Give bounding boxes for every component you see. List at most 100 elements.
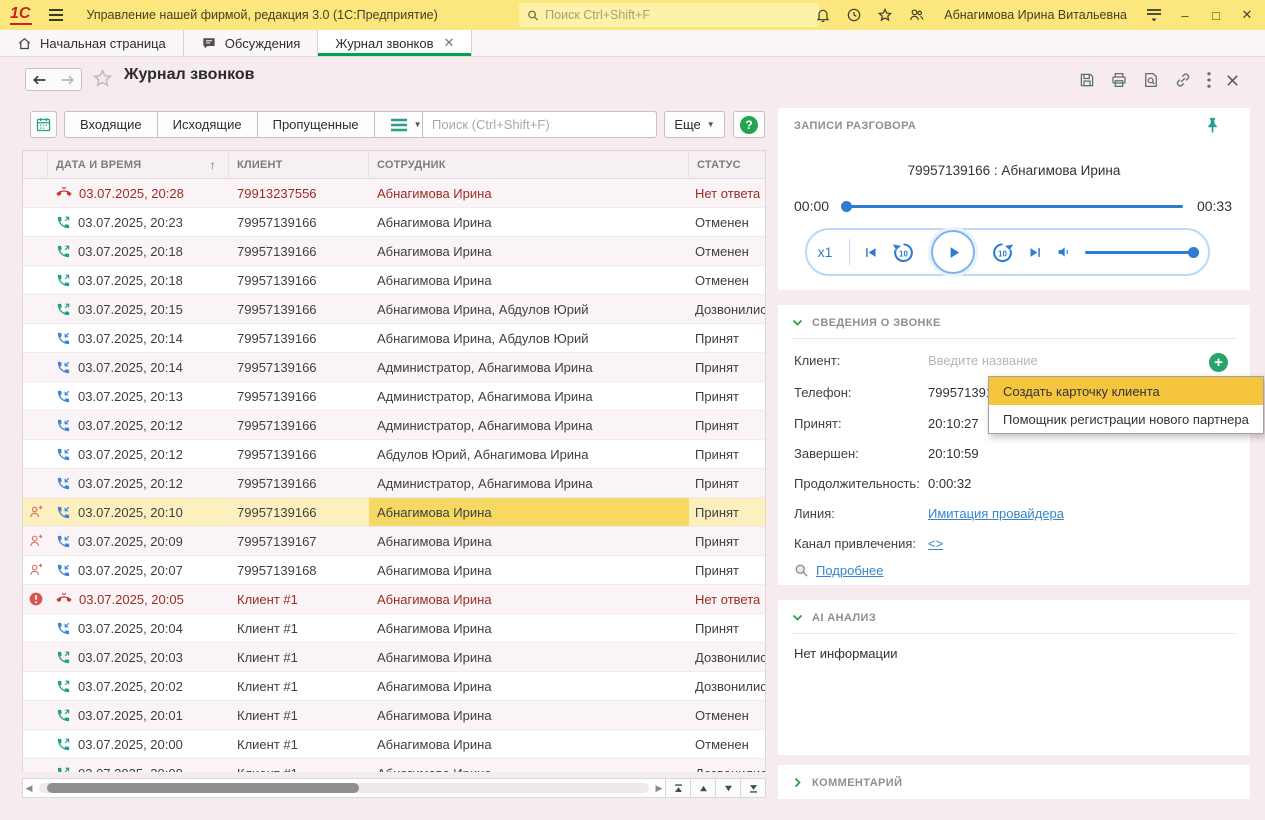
print-preview-icon[interactable] [1142,71,1160,89]
minimize-button[interactable]: – [1177,8,1193,23]
cell-client[interactable]: Клиент #1 [229,614,369,642]
tab-home[interactable]: Начальная страница [0,30,184,56]
maximize-button[interactable]: □ [1208,8,1224,23]
cell-client[interactable]: 79957139166 [229,266,369,294]
cell-datetime[interactable]: 03.07.2025, 20:13 [48,382,229,410]
cell-status[interactable]: Нет ответа [689,179,765,207]
main-menu-icon[interactable] [48,8,64,22]
cell-employee[interactable]: Абнагимова Ирина, Абдулов Юрий [369,324,689,352]
history-icon[interactable] [846,7,862,23]
context-menu-item[interactable]: Помощник регистрации нового партнера [989,405,1263,433]
cell-status[interactable]: Принят [689,382,765,410]
get-link-icon[interactable] [1174,71,1192,89]
cell-datetime[interactable]: 03.07.2025, 20:03 [48,643,229,671]
create-client-button[interactable]: + [1209,353,1228,372]
cell-status[interactable]: Принят [689,440,765,468]
table-row[interactable]: 03.07.2025, 20:00Клиент #1Абнагимова Ири… [23,730,765,759]
cell-employee[interactable]: Абнагимова Ирина [369,498,689,526]
cell-client[interactable]: Клиент #1 [229,672,369,700]
cell-status[interactable]: Дозвонились [689,643,765,671]
print-icon[interactable] [1110,71,1128,89]
cell-client[interactable]: Клиент #1 [229,730,369,758]
alert-icon[interactable] [23,585,48,613]
tab-call-log[interactable]: Журнал звонков ✕ [318,30,472,56]
cell-datetime[interactable]: 03.07.2025, 20:00 [48,730,229,758]
cell-datetime[interactable]: 03.07.2025, 20:23 [48,208,229,236]
tab-close-icon[interactable]: ✕ [444,35,455,51]
table-row[interactable]: 03.07.2025, 20:05Клиент #1Абнагимова Ири… [23,585,765,614]
cell-datetime[interactable]: 03.07.2025, 20:00 [48,759,229,772]
cell-client[interactable]: 79957139166 [229,324,369,352]
cell-client[interactable]: Клиент #1 [229,643,369,671]
cell-client[interactable]: 79957139166 [229,498,369,526]
details-link[interactable]: Подробнее [816,563,883,578]
save-icon[interactable] [1078,71,1096,89]
cell-employee[interactable]: Администратор, Абнагимова Ирина [369,469,689,497]
volume-slider[interactable] [1085,251,1197,254]
scroll-right-icon[interactable]: ▶ [653,783,665,794]
cell-datetime[interactable]: 03.07.2025, 20:28 [48,179,229,207]
cell-client[interactable]: Клиент #1 [229,585,369,613]
filter-outgoing-button[interactable]: Исходящие [158,111,258,138]
pin-icon[interactable] [1205,117,1220,139]
comment-header[interactable]: КОММЕНТАРИЙ [812,777,902,789]
cell-status[interactable]: Нет ответа [689,585,765,613]
volume-handle[interactable] [1188,247,1199,258]
window-close-button[interactable]: ✕ [1239,7,1255,23]
cell-client[interactable]: 79957139167 [229,527,369,555]
table-row[interactable]: 03.07.2025, 20:2379957139166Абнагимова И… [23,208,765,237]
cell-client[interactable]: 79913237556 [229,179,369,207]
table-row[interactable]: 03.07.2025, 20:1379957139166Администрато… [23,382,765,411]
ai-analysis-header[interactable]: AI АНАЛИЗ [812,612,876,624]
cell-status[interactable]: Принят [689,498,765,526]
table-row[interactable]: 03.07.2025, 20:03Клиент #1Абнагимова Ири… [23,643,765,672]
add-client-icon[interactable] [23,498,48,526]
cell-status[interactable]: Принят [689,353,765,381]
line-link[interactable]: Имитация провайдера [928,506,1064,521]
cell-employee[interactable]: Абнагимова Ирина [369,237,689,265]
table-row[interactable]: 03.07.2025, 20:04Клиент #1Абнагимова Ири… [23,614,765,643]
cell-employee[interactable]: Абнагимова Ирина [369,614,689,642]
cell-employee[interactable]: Абнагимова Ирина [369,266,689,294]
column-datetime[interactable]: ДАТА И ВРЕМЯ↑ [48,151,229,178]
favorite-star-icon[interactable] [92,68,113,94]
forward-10-icon[interactable]: 10 [990,240,1015,265]
table-row[interactable]: 03.07.2025, 20:1279957139166Администрато… [23,469,765,498]
cell-status[interactable]: Дозвонились [689,759,765,772]
cell-datetime[interactable]: 03.07.2025, 20:12 [48,440,229,468]
cell-employee[interactable]: Абнагимова Ирина [369,730,689,758]
cell-employee[interactable]: Абнагимова Ирина [369,556,689,584]
cell-client[interactable]: 79957139166 [229,208,369,236]
scrollbar-track[interactable] [39,783,649,793]
cell-datetime[interactable]: 03.07.2025, 20:02 [48,672,229,700]
play-button[interactable] [931,230,975,274]
cell-status[interactable]: Принят [689,556,765,584]
cell-status[interactable]: Принят [689,527,765,555]
cell-employee[interactable]: Абнагимова Ирина, Абдулов Юрий [369,295,689,323]
cell-datetime[interactable]: 03.07.2025, 20:14 [48,324,229,352]
cell-client[interactable]: Клиент #1 [229,759,369,772]
cell-client[interactable]: 79957139166 [229,440,369,468]
filter-missed-button[interactable]: Пропущенные [258,111,375,138]
cell-employee[interactable]: Администратор, Абнагимова Ирина [369,382,689,410]
date-filter-button[interactable] [30,111,57,138]
previous-track-icon[interactable] [863,245,878,260]
scroll-left-icon[interactable]: ◀ [23,783,35,794]
seek-handle[interactable] [841,201,852,212]
more-button[interactable]: Еще▼ [664,111,725,138]
cell-datetime[interactable]: 03.07.2025, 20:07 [48,556,229,584]
favorites-icon[interactable] [877,7,893,23]
cell-client[interactable]: 79957139166 [229,469,369,497]
table-row[interactable]: 03.07.2025, 20:0979957139167Абнагимова И… [23,527,765,556]
cell-datetime[interactable]: 03.07.2025, 20:05 [48,585,229,613]
cell-client[interactable]: 79957139166 [229,237,369,265]
cell-datetime[interactable]: 03.07.2025, 20:15 [48,295,229,323]
nav-back-button[interactable] [25,68,54,91]
form-close-icon[interactable] [1226,74,1239,87]
collapse-icon[interactable] [791,611,804,624]
scrollbar-thumb[interactable] [47,783,359,793]
cell-client[interactable]: 79957139166 [229,353,369,381]
global-search-input[interactable] [545,8,811,22]
cell-employee[interactable]: Администратор, Абнагимова Ирина [369,411,689,439]
cell-datetime[interactable]: 03.07.2025, 20:18 [48,266,229,294]
